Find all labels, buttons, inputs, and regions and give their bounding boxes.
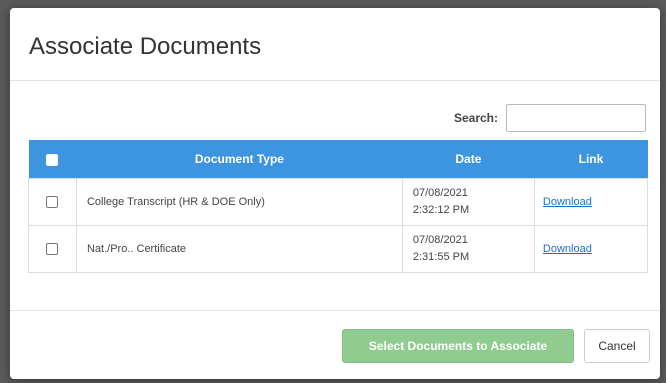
document-type-cell: College Transcript (HR & DOE Only): [75, 178, 403, 226]
date-cell: 07/08/2021 2:32:12 PM: [401, 178, 535, 226]
download-link[interactable]: Download: [543, 196, 592, 208]
row-checkbox-cell: [28, 225, 77, 273]
row-checkbox-cell: [28, 178, 77, 226]
time-value: 2:32:12 PM: [412, 204, 470, 216]
column-header-link: Link: [534, 140, 648, 179]
row-checkbox[interactable]: [46, 196, 59, 209]
table-row: Nat./Pro.. Certificate 07/08/2021 2:31:5…: [28, 225, 649, 273]
search-row: Search:: [454, 104, 646, 132]
download-link[interactable]: Download: [543, 243, 592, 255]
select-all-checkbox[interactable]: [46, 153, 59, 166]
row-checkbox[interactable]: [46, 243, 59, 256]
modal-header: Associate Documents: [10, 8, 660, 81]
column-header-document-type[interactable]: Document Type: [76, 140, 403, 179]
table-row: College Transcript (HR & DOE Only) 07/08…: [28, 178, 649, 226]
link-cell: Download: [533, 178, 649, 226]
date-value: 07/08/2021: [412, 234, 468, 246]
date-cell: 07/08/2021 2:31:55 PM: [401, 225, 535, 273]
documents-table: Document Type Date Link College Transcri…: [28, 140, 649, 273]
column-header-date[interactable]: Date: [402, 140, 535, 179]
link-cell: Download: [533, 225, 649, 273]
modal-title: Associate Documents: [29, 33, 262, 60]
time-value: 2:31:55 PM: [412, 251, 470, 263]
cancel-button[interactable]: Cancel: [584, 329, 650, 363]
modal-footer: Select Documents to Associate Cancel: [10, 310, 660, 379]
search-label: Search:: [453, 111, 498, 125]
select-documents-to-associate-button[interactable]: Select Documents to Associate: [342, 329, 574, 363]
select-all-header: [28, 140, 77, 179]
search-input[interactable]: [506, 104, 646, 132]
table-header-row: Document Type Date Link: [28, 140, 648, 179]
document-type-cell: Nat./Pro.. Certificate: [75, 225, 403, 273]
associate-documents-modal: Associate Documents Search: Document Typ…: [10, 8, 660, 379]
date-value: 07/08/2021: [412, 187, 468, 199]
